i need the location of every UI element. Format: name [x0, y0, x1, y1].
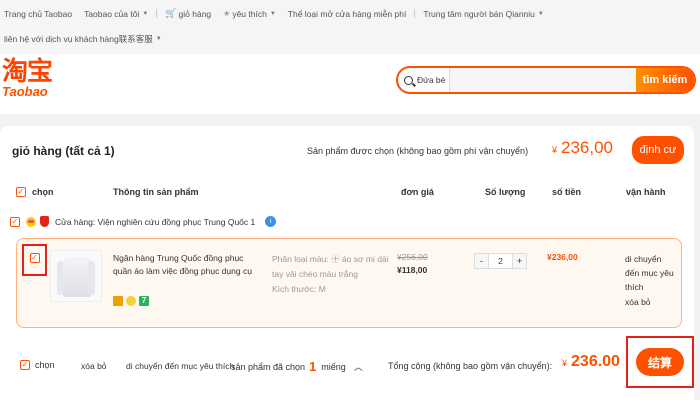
search-input[interactable] [449, 68, 636, 92]
nav-seller-center-link[interactable]: Trung tâm người bán Qianniu ▼ [423, 9, 544, 19]
product-attributes: Phân loại màu: ㊉ áo sơ mi dài tay vải ch… [272, 252, 392, 297]
original-price: ¥256,00 [397, 252, 428, 262]
taobao-logo[interactable]: 淘宝 Taobao [2, 56, 53, 99]
nav-categories-link[interactable]: Thể loại mở cửa hàng miễn phí [288, 9, 407, 19]
checkout-button-highlight: 结算 [626, 336, 694, 388]
bottom-select-all-checkbox[interactable]: ✓ [20, 360, 30, 370]
header: 淘宝 Taobao Đứa bé tìm kiếm [0, 54, 700, 114]
cart-panel: giỏ hàng (tất cả 1) Sản phẩm được chọn (… [0, 126, 694, 400]
column-select: ✓ chọn [16, 187, 54, 197]
selected-products-label: Sản phẩm được chọn (không bao gồm phí vậ… [307, 146, 529, 156]
chevron-down-icon: ▼ [142, 10, 149, 17]
checkout-button[interactable]: 结算 [636, 348, 684, 376]
attr-color: Phân loại màu: ㊉ áo sơ mi dài tay vải ch… [272, 254, 389, 279]
nav-customer-service-label: liên hệ với dịch vụ khách hàng联系客服 [4, 34, 153, 44]
nav-cart-link[interactable]: 🛒 giỏ hàng [165, 8, 211, 19]
service-badge-icon [113, 296, 123, 306]
nav-cart-label: giỏ hàng [178, 8, 212, 19]
selected-total: ¥236,00 [552, 138, 613, 158]
selected-count-suffix: miếng [321, 361, 346, 372]
nav-categories-label: Thể loại mở cửa hàng miễn phí [287, 8, 407, 19]
store-checkbox[interactable]: ✓ [10, 216, 20, 227]
item-subtotal: ¥236,00 [547, 252, 578, 262]
shirt-image [63, 257, 91, 297]
top-nav-row: liên hệ với dịch vụ khách hàng联系客服 ▼ [4, 33, 174, 45]
seven-day-return-icon: 7 [139, 296, 149, 306]
guarantee-badge-icon [126, 296, 136, 306]
chevron-down-icon: ▼ [269, 10, 276, 17]
item-actions: di chuyển đến mục yêu thích xóa bỏ [625, 252, 677, 310]
search-bar: Đứa bé tìm kiếm [396, 66, 696, 94]
nav-my-taobao-label: Taobao của tôi [84, 8, 140, 19]
product-thumbnail[interactable] [50, 250, 102, 302]
cart-icon: 🛒 [165, 8, 177, 18]
product-badges: 7 [113, 296, 149, 306]
chevron-down-icon: ▼ [155, 36, 162, 42]
product-name-link[interactable]: Ngân hàng Trung Quốc đồng phục quần áo l… [113, 252, 263, 278]
chevron-down-icon: ▼ [537, 10, 544, 17]
quantity-increase-button[interactable]: + [513, 254, 526, 268]
quantity-input[interactable]: 2 [488, 254, 513, 268]
chevron-up-icon[interactable]: ︿ [354, 360, 363, 373]
currency-symbol: ¥ [552, 145, 558, 155]
column-operation: vận hành [626, 187, 666, 197]
column-quantity: Số lượng [485, 187, 526, 197]
column-amount: số tiền [552, 187, 582, 197]
select-all-checkbox[interactable]: ✓ [16, 187, 26, 197]
selected-count-value: 1 [309, 359, 317, 374]
nav-favorites-label: yêu thích [232, 8, 267, 19]
store-row: ✓ Cửa hàng: Viện nghiên cứu đồng phục Tr… [10, 216, 277, 227]
selected-total-value: 236,00 [561, 138, 614, 157]
search-button[interactable]: tìm kiếm [636, 68, 694, 92]
currency-symbol: ¥ [562, 358, 568, 368]
nav-divider [156, 9, 158, 18]
chat-icon[interactable]: i [265, 216, 277, 227]
move-to-favorites-link[interactable]: di chuyển đến mục yêu thích [625, 252, 677, 294]
column-unit-price: đơn giá [401, 187, 434, 197]
bottom-select-all-label: chọn [35, 360, 55, 370]
bottom-delete-link[interactable]: xóa bỏ [81, 361, 107, 371]
nav-seller-center-label: Trung tâm người bán Qianniu [423, 8, 535, 19]
item-checkbox-highlight: ✓ [22, 244, 47, 276]
quantity-stepper: - 2 + [474, 253, 527, 269]
attr-size: Kích thước: M [272, 284, 326, 294]
bottom-select-all: ✓ chọn [20, 360, 55, 370]
shield-badge-icon [40, 216, 49, 227]
top-nav-row: Trang chủ Taobao Taobao của tôi ▼ 🛒 giỏ hà… [4, 8, 556, 19]
nav-home-label: Trang chủ Taobao [4, 8, 73, 19]
total-price-value: 236.00 [571, 353, 620, 370]
star-icon: ★ [223, 9, 231, 18]
cart-item: ✓ Ngân hàng Trung Quốc đồng phục quần áo… [16, 238, 682, 328]
total-label: Tổng cộng (không bao gồm vận chuyển): [388, 361, 553, 371]
unit-price: ¥118,00 [397, 265, 428, 275]
column-product-info: Thông tin sản phẩm [113, 187, 199, 197]
item-checkbox[interactable]: ✓ [29, 253, 40, 263]
delete-item-link[interactable]: xóa bỏ [625, 295, 677, 309]
total-price: ¥236.00 [562, 353, 620, 371]
cart-title: giỏ hàng (tất cả 1) [12, 144, 115, 158]
logo-english: Taobao [2, 84, 48, 99]
selected-count[interactable]: sản phẩm đã chọn 1 miếng ︿ [231, 359, 363, 374]
nav-home-link[interactable]: Trang chủ Taobao [4, 9, 72, 19]
store-name-link[interactable]: Cửa hàng: Viện nghiên cứu đồng phục Trun… [55, 217, 255, 227]
search-category-select[interactable]: Đứa bé [417, 75, 445, 85]
logo-chinese: 淘宝 [2, 56, 53, 86]
search-icon [404, 75, 413, 85]
nav-my-taobao-link[interactable]: Taobao của tôi ▼ [84, 9, 148, 19]
selected-count-prefix: sản phẩm đã chọn [231, 361, 306, 372]
bottom-bar: ✓ chọn xóa bỏ di chuyển đến mục yêu thíc… [0, 336, 694, 400]
crown-badge-icon [26, 216, 36, 227]
checkout-top-button[interactable]: định cư [632, 136, 684, 164]
nav-customer-service-link[interactable]: liên hệ với dịch vụ khách hàng联系客服 ▼ [4, 33, 162, 45]
top-nav: Trang chủ Taobao Taobao của tôi ▼ 🛒 giỏ hà… [0, 0, 700, 54]
bottom-move-favorites-link[interactable]: di chuyển đến mục yêu thích [126, 361, 234, 371]
nav-favorites-link[interactable]: ★ yêu thích ▼ [223, 9, 276, 19]
nav-divider [414, 9, 416, 18]
quantity-decrease-button[interactable]: - [475, 254, 488, 268]
shirt-sleeve [88, 261, 95, 295]
column-select-label: chọn [32, 187, 54, 197]
